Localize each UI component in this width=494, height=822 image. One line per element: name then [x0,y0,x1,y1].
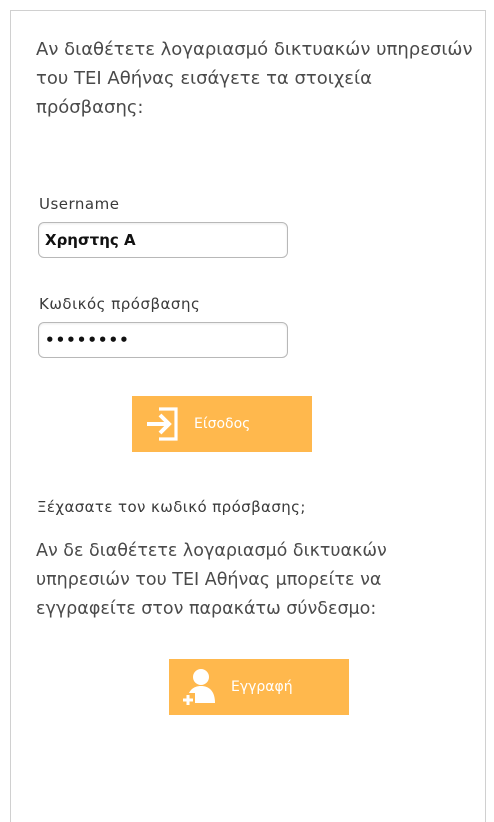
intro-text: Αν διαθέτετε λογαριασμό δικτυακών υπηρεσ… [36,39,473,118]
register-button[interactable]: Εγγραφή [169,659,349,715]
login-panel: Αν διαθέτετε λογαριασμό δικτυακών υπηρεσ… [10,10,486,822]
login-button-label: Είσοδος [194,416,251,432]
forgot-password-link[interactable]: Ξέχασατε τον κωδικό πρόσβασης; [37,498,306,516]
password-label: Κωδικός πρόσβασης [39,295,201,313]
username-input[interactable] [38,222,288,258]
register-text: Αν δε διαθέτετε λογαριασμό δικτυακών υπη… [36,541,387,619]
password-input[interactable] [38,322,288,358]
register-button-label: Εγγραφή [231,679,293,695]
username-label: Username [39,195,120,213]
sign-in-icon [132,396,192,452]
add-user-icon [169,659,229,715]
login-button[interactable]: Είσοδος [132,396,312,452]
